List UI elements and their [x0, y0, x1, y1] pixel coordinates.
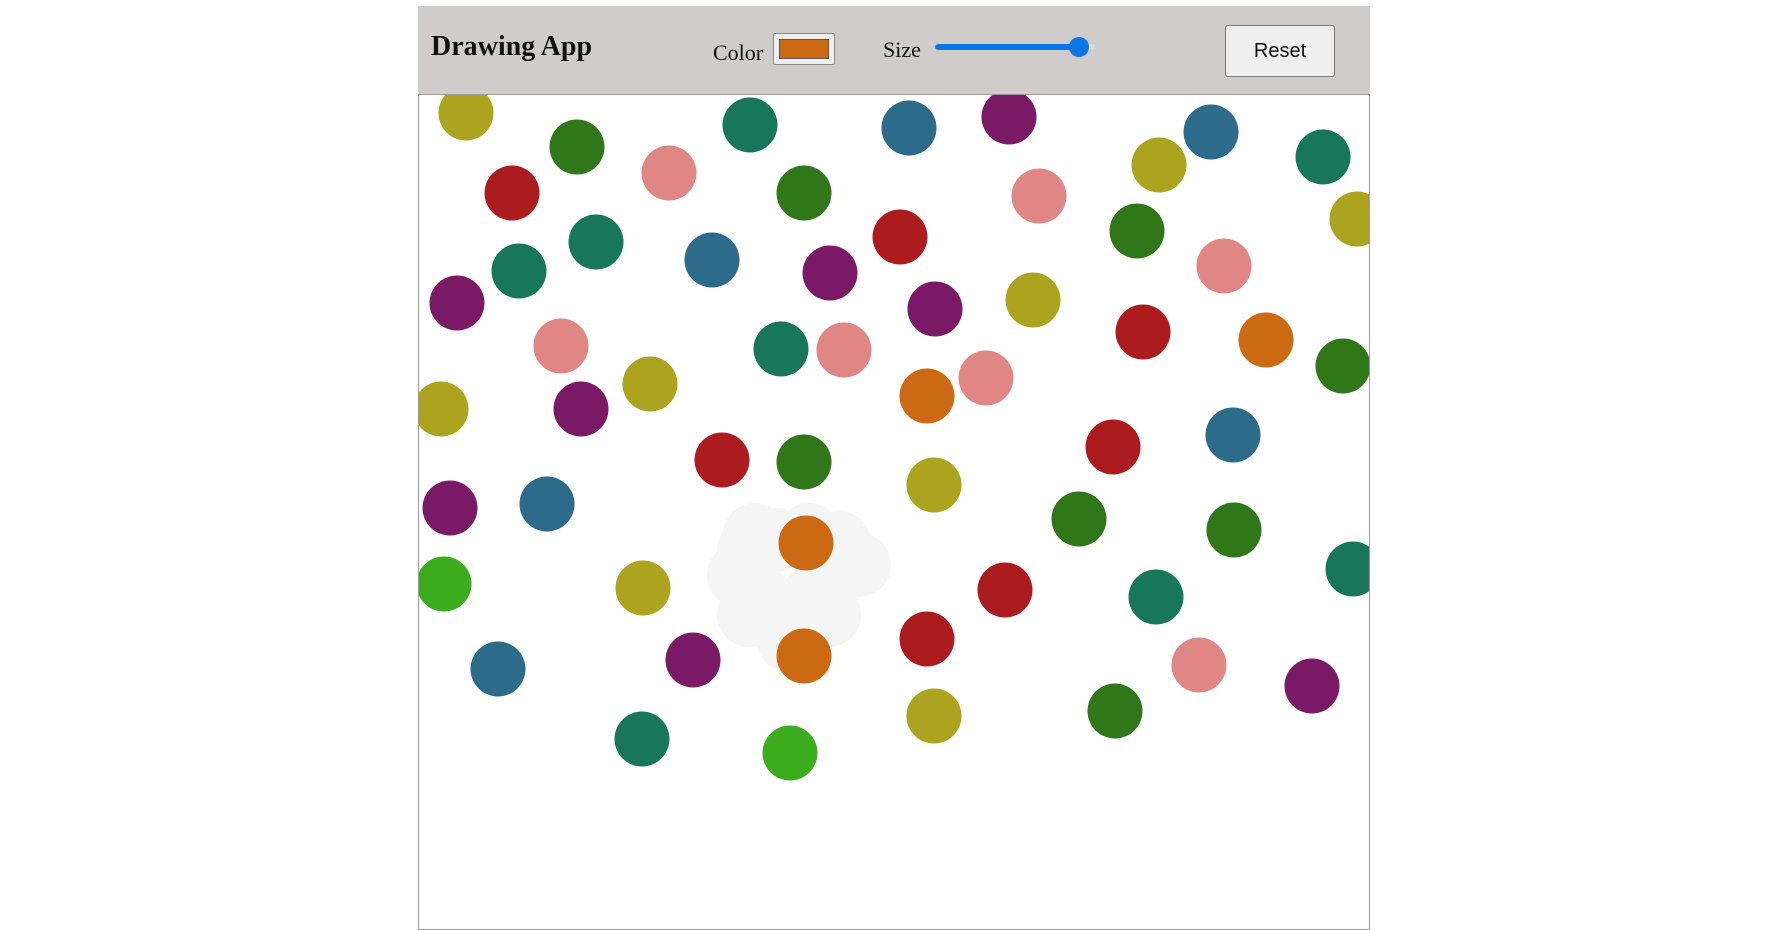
- green-dot: [1315, 338, 1369, 394]
- orange-dot: [899, 368, 955, 424]
- teal-dot: [491, 243, 547, 299]
- reset-button[interactable]: Reset: [1225, 25, 1335, 77]
- canvas-drawing: [419, 95, 1369, 781]
- pink-dot: [1196, 238, 1252, 294]
- eraser-stroke: [717, 518, 781, 582]
- blue-dot: [519, 476, 575, 532]
- color-picker[interactable]: [773, 33, 835, 65]
- purple-dot: [907, 281, 963, 337]
- olive-dot: [906, 457, 962, 513]
- lime-dot: [419, 556, 472, 612]
- pink-dot: [1011, 168, 1067, 224]
- orange-dot: [778, 515, 834, 571]
- blue-dot: [1205, 407, 1261, 463]
- red-dot: [694, 432, 750, 488]
- green-dot: [549, 119, 605, 175]
- olive-dot: [419, 381, 469, 437]
- red-dot: [1115, 304, 1171, 360]
- purple-dot: [665, 632, 721, 688]
- purple-dot: [429, 275, 485, 331]
- purple-dot: [553, 381, 609, 437]
- color-label: Color: [713, 40, 764, 65]
- olive-dot: [438, 95, 494, 141]
- blue-dot: [1183, 104, 1239, 160]
- toolbar: Drawing App Color Size Reset: [418, 6, 1370, 94]
- pink-dot: [533, 318, 589, 374]
- slider-fill: [935, 44, 1079, 50]
- orange-dot: [776, 628, 832, 684]
- eraser-stroke: [782, 563, 846, 627]
- green-dot: [776, 165, 832, 221]
- purple-dot: [802, 245, 858, 301]
- purple-dot: [981, 95, 1037, 145]
- olive-dot: [615, 560, 671, 616]
- blue-dot: [684, 232, 740, 288]
- teal-dot: [753, 321, 809, 377]
- red-dot: [872, 209, 928, 265]
- olive-dot: [1329, 191, 1369, 247]
- green-dot: [1109, 203, 1165, 259]
- purple-dot: [422, 480, 478, 536]
- red-dot: [977, 562, 1033, 618]
- teal-dot: [614, 711, 670, 767]
- teal-dot: [568, 214, 624, 270]
- green-dot: [1087, 683, 1143, 739]
- teal-dot: [722, 97, 778, 153]
- blue-dot: [470, 641, 526, 697]
- drawing-app: Drawing App Color Size Reset: [418, 6, 1370, 930]
- size-slider[interactable]: [935, 36, 1095, 57]
- color-swatch: [779, 39, 829, 59]
- teal-dot: [1325, 541, 1369, 597]
- pink-dot: [641, 145, 697, 201]
- drawing-canvas[interactable]: [418, 94, 1370, 930]
- pink-dot: [816, 322, 872, 378]
- red-dot: [899, 611, 955, 667]
- green-dot: [1051, 491, 1107, 547]
- olive-dot: [1005, 272, 1061, 328]
- green-dot: [776, 434, 832, 490]
- red-dot: [1085, 419, 1141, 475]
- blue-dot: [881, 100, 937, 156]
- lime-dot: [762, 725, 818, 781]
- slider-thumb[interactable]: [1068, 37, 1089, 57]
- teal-dot: [1295, 129, 1351, 185]
- green-dot: [1206, 502, 1262, 558]
- olive-dot: [622, 356, 678, 412]
- olive-dot: [906, 688, 962, 744]
- teal-dot: [1128, 569, 1184, 625]
- app-title: Drawing App: [431, 31, 593, 62]
- red-dot: [484, 165, 540, 221]
- purple-dot: [1284, 658, 1340, 714]
- size-label: Size: [883, 37, 921, 62]
- orange-dot: [1238, 312, 1294, 368]
- pink-dot: [1171, 637, 1227, 693]
- pink-dot: [958, 350, 1014, 406]
- olive-dot: [1131, 137, 1187, 193]
